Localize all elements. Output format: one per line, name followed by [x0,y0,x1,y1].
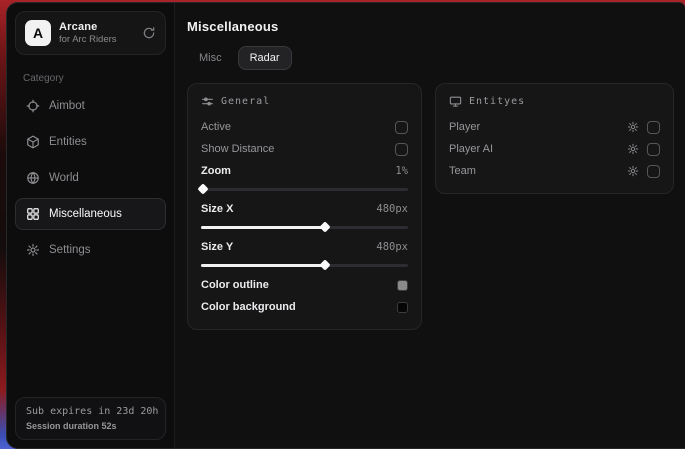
slider-group-size-y: Size Y 480px [201,236,408,270]
checkbox-player-ai[interactable] [647,143,660,156]
sub-expiry-text: Sub expires in 23d 20h [26,406,155,417]
card-title: Entityes [469,96,525,107]
crosshair-icon [26,99,40,113]
sidebar-item-settings[interactable]: Settings [15,234,166,266]
gear-icon [26,243,40,257]
app-subtitle: for Arc Riders [59,34,134,45]
row-controls [627,121,660,134]
slider-track [201,188,408,191]
category-label: Category [23,73,158,84]
sidebar-item-label: Settings [49,244,91,256]
card-title: General [221,96,270,107]
refresh-icon[interactable] [142,26,156,40]
sidebar-nav: Aimbot Entities World Miscellaneous Settings [7,88,174,268]
slider-value: 480px [376,203,408,215]
slider-handle[interactable] [320,259,331,270]
app-window: A Arcane for Arc Riders Category Aimbot E… [6,2,685,449]
slider-size-x[interactable] [201,222,408,232]
color-swatch-color-background[interactable] [397,302,408,313]
app-name: Arcane [59,21,134,33]
cards-area: General Active Show Distance Zoom 1% Size X 48… [187,83,674,330]
gear-icon[interactable] [627,165,639,177]
checkbox-show-distance[interactable] [395,143,408,156]
sidebar-item-label: Miscellaneous [49,208,122,220]
sidebar: A Arcane for Arc Riders Category Aimbot E… [7,3,175,448]
setting-row-player: Player [449,116,660,138]
monitor-icon [449,95,462,108]
sidebar-item-label: Aimbot [49,100,85,112]
setting-row-size-y: Size Y 480px [201,236,408,258]
setting-label: Zoom [201,165,231,177]
cube-icon [26,135,40,149]
gear-icon[interactable] [627,143,639,155]
sidebar-item-aimbot[interactable]: Aimbot [15,90,166,122]
slider-group-size-x: Size X 480px [201,198,408,232]
setting-label: Player AI [449,143,493,155]
setting-label: Active [201,121,231,133]
sidebar-item-miscellaneous[interactable]: Miscellaneous [15,198,166,230]
checkbox-team[interactable] [647,165,660,178]
card-entities: Entityes Player Player AI Team [435,83,674,194]
setting-label: Color background [201,301,296,313]
setting-label: Show Distance [201,143,274,155]
color-swatch-color-outline[interactable] [397,280,408,291]
setting-row-color-background: Color background [201,296,408,318]
globe-icon [26,171,40,185]
card-general: General Active Show Distance Zoom 1% Size X 48… [187,83,422,330]
sidebar-item-label: Entities [49,136,87,148]
sidebar-item-world[interactable]: World [15,162,166,194]
slider-group-zoom: Zoom 1% [201,160,408,194]
setting-label: Player [449,121,480,133]
sidebar-item-label: World [49,172,79,184]
page-title: Miscellaneous [187,19,674,34]
setting-row-size-x: Size X 480px [201,198,408,220]
checkbox-active[interactable] [395,121,408,134]
app-meta: Arcane for Arc Riders [59,21,134,45]
app-header-card: A Arcane for Arc Riders [15,11,166,55]
slider-fill [201,264,325,267]
slider-zoom[interactable] [201,184,408,194]
slider-handle[interactable] [320,221,331,232]
sidebar-item-entities[interactable]: Entities [15,126,166,158]
setting-label: Size Y [201,241,233,253]
app-logo-letter: A [33,25,43,41]
slider-fill [201,226,325,229]
main-panel: Miscellaneous MiscRadar General Active Sho… [175,3,685,448]
tab-radar[interactable]: Radar [238,46,292,70]
row-controls [627,143,660,156]
setting-label: Color outline [201,279,269,291]
grid-icon [26,207,40,221]
setting-row-show-distance: Show Distance [201,138,408,160]
tab-bar: MiscRadar [187,46,674,70]
setting-row-player-ai: Player AI [449,138,660,160]
card-header: General [201,95,408,108]
row-controls [627,165,660,178]
session-duration-text: Session duration 52s [26,421,155,431]
setting-label: Size X [201,203,233,215]
setting-row-active: Active [201,116,408,138]
slider-handle[interactable] [197,183,208,194]
setting-label: Team [449,165,476,177]
slider-size-y[interactable] [201,260,408,270]
gear-icon[interactable] [627,121,639,133]
tab-misc[interactable]: Misc [187,46,234,70]
card-header: Entityes [449,95,660,108]
setting-row-zoom: Zoom 1% [201,160,408,182]
slider-value: 1% [395,165,408,177]
subscription-box: Sub expires in 23d 20h Session duration … [15,397,166,440]
setting-row-team: Team [449,160,660,182]
app-logo: A [25,20,51,46]
slider-value: 480px [376,241,408,253]
sliders-icon [201,95,214,108]
checkbox-player[interactable] [647,121,660,134]
setting-row-color-outline: Color outline [201,274,408,296]
